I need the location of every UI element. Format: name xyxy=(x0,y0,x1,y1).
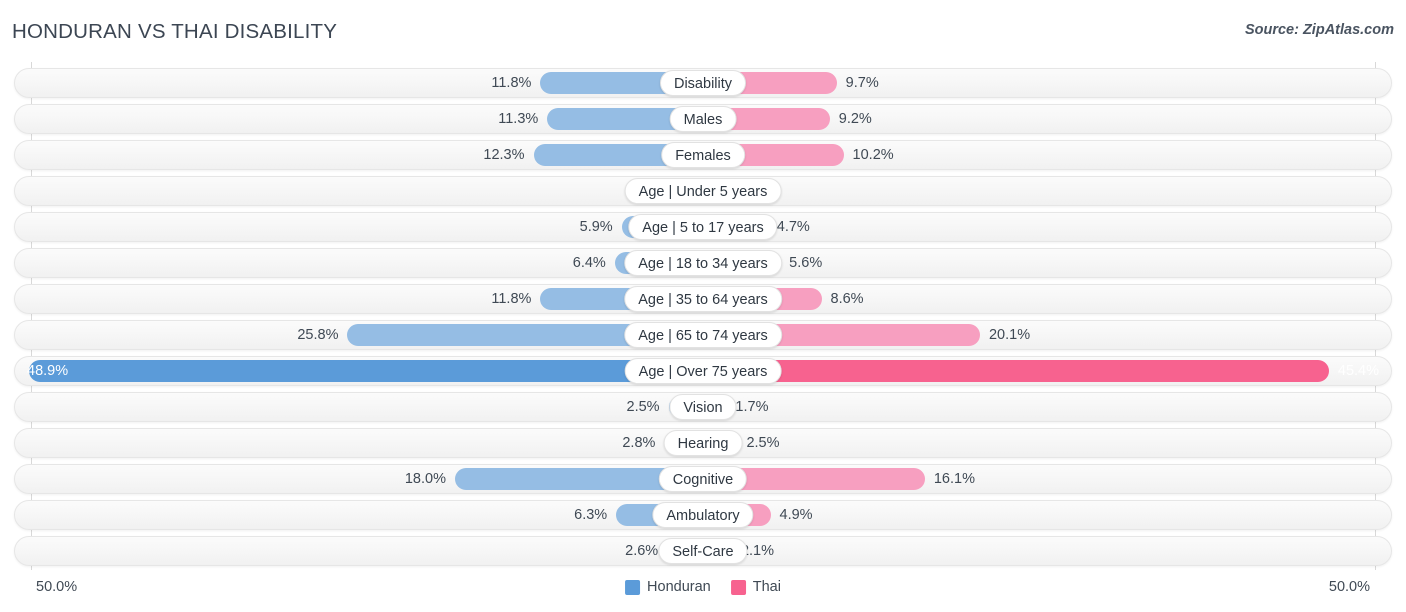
table-row[interactable]: 11.3% 9.2% Males xyxy=(14,104,1392,134)
table-row[interactable]: 6.4% 5.6% Age | 18 to 34 years xyxy=(14,248,1392,278)
axis-label-right: 50.0% xyxy=(1328,579,1370,595)
legend-swatch-icon xyxy=(625,579,641,595)
category-label: Cognitive xyxy=(658,466,748,492)
table-row[interactable]: 5.9% 4.7% Age | 5 to 17 years xyxy=(14,212,1392,242)
category-label: Disability xyxy=(659,70,747,96)
page-title: HONDURAN VS THAI DISABILITY xyxy=(12,20,338,43)
bar-value-honduran: 6.3% xyxy=(574,507,608,523)
plot-area: 11.8% 9.7% Disability 11.3% 9.2% Males 12.3% 10… xyxy=(0,62,1406,570)
bar-value-thai: 20.1% xyxy=(988,327,1031,343)
bar-rows-container: 11.8% 9.7% Disability 11.3% 9.2% Males 12.3% 10… xyxy=(0,62,1406,570)
axis-label-left: 50.0% xyxy=(36,579,78,595)
legend-label: Thai xyxy=(752,579,781,595)
table-row[interactable]: 11.8% 9.7% Disability xyxy=(14,68,1392,98)
bar-value-honduran: 11.8% xyxy=(491,291,532,307)
category-label: Age | 35 to 64 years xyxy=(624,286,782,312)
category-label: Age | 65 to 74 years xyxy=(624,322,782,348)
bar-thai xyxy=(703,360,1329,382)
table-row[interactable]: 18.0% 16.1% Cognitive xyxy=(14,464,1392,494)
category-label: Vision xyxy=(669,394,737,420)
table-row[interactable]: 25.8% 20.1% Age | 65 to 74 years xyxy=(14,320,1392,350)
category-label: Males xyxy=(669,106,737,132)
chart-root: HONDURAN VS THAI DISABILITY Source: ZipA… xyxy=(0,0,1406,612)
bar-value-thai: 10.2% xyxy=(852,147,894,163)
table-row[interactable]: 1.2%1.1%Age | Under 5 years xyxy=(14,176,1392,206)
bar-value-honduran: 25.8% xyxy=(297,327,339,343)
bar-value-honduran: 11.8% xyxy=(491,75,532,91)
bar-value-honduran: 11.3% xyxy=(498,111,539,127)
bar-value-honduran: 2.5% xyxy=(626,399,660,415)
table-row[interactable]: 6.3% 4.9% Ambulatory xyxy=(14,500,1392,530)
bar-value-honduran: 6.4% xyxy=(572,255,606,271)
chart-legend: Honduran Thai xyxy=(625,579,781,595)
legend-item[interactable]: Thai xyxy=(730,579,781,595)
bar-value-thai: 4.7% xyxy=(776,219,810,235)
bar-value-thai: 1.7% xyxy=(735,399,769,415)
bar-value-thai: 5.6% xyxy=(789,255,823,271)
chart-footer: 50.0% 50.0% Honduran Thai xyxy=(0,570,1406,612)
bar-value-thai: 2.5% xyxy=(746,435,780,451)
source-attribution: Source: ZipAtlas.com xyxy=(1244,22,1394,38)
bar-value-thai: 8.6% xyxy=(830,291,864,307)
table-row[interactable]: 2.8% 2.5% Hearing xyxy=(14,428,1392,458)
category-label: Females xyxy=(661,142,745,168)
bar-value-thai: 16.1% xyxy=(933,471,975,487)
legend-label: Honduran xyxy=(647,579,711,595)
category-label: Hearing xyxy=(663,430,743,456)
bar-value-thai: 4.9% xyxy=(779,507,813,523)
category-label: Ambulatory xyxy=(652,502,754,528)
category-label: Age | Over 75 years xyxy=(624,358,782,384)
table-row[interactable]: 2.6% 2.1% Self-Care xyxy=(14,536,1392,566)
category-label: Age | 18 to 34 years xyxy=(624,250,782,276)
category-label: Age | 5 to 17 years xyxy=(628,214,778,240)
table-row[interactable]: 48.9% 45.4% Age | Over 75 years xyxy=(14,356,1392,386)
bar-honduran xyxy=(29,360,703,382)
table-row[interactable]: 12.3% 10.2% Females xyxy=(14,140,1392,170)
bar-value-thai: 9.7% xyxy=(845,75,879,91)
table-row[interactable]: 2.5% 1.7% Vision xyxy=(14,392,1392,422)
bar-value-thai: 45.4% xyxy=(1337,363,1379,379)
legend-swatch-icon xyxy=(730,579,746,595)
table-row[interactable]: 11.8% 8.6% Age | 35 to 64 years xyxy=(14,284,1392,314)
bar-value-honduran: 48.9% xyxy=(27,363,69,379)
bar-value-thai: 9.2% xyxy=(838,111,872,127)
bar-value-honduran: 2.6% xyxy=(625,543,659,559)
category-label: Age | Under 5 years xyxy=(624,178,782,204)
bar-value-honduran: 5.9% xyxy=(579,219,613,235)
bar-value-honduran: 18.0% xyxy=(404,471,446,487)
legend-item[interactable]: Honduran xyxy=(625,579,711,595)
bar-value-honduran: 2.8% xyxy=(622,435,656,451)
bar-value-honduran: 12.3% xyxy=(483,147,525,163)
chart-header: HONDURAN VS THAI DISABILITY Source: ZipA… xyxy=(0,0,1406,62)
category-label: Self-Care xyxy=(658,538,748,564)
